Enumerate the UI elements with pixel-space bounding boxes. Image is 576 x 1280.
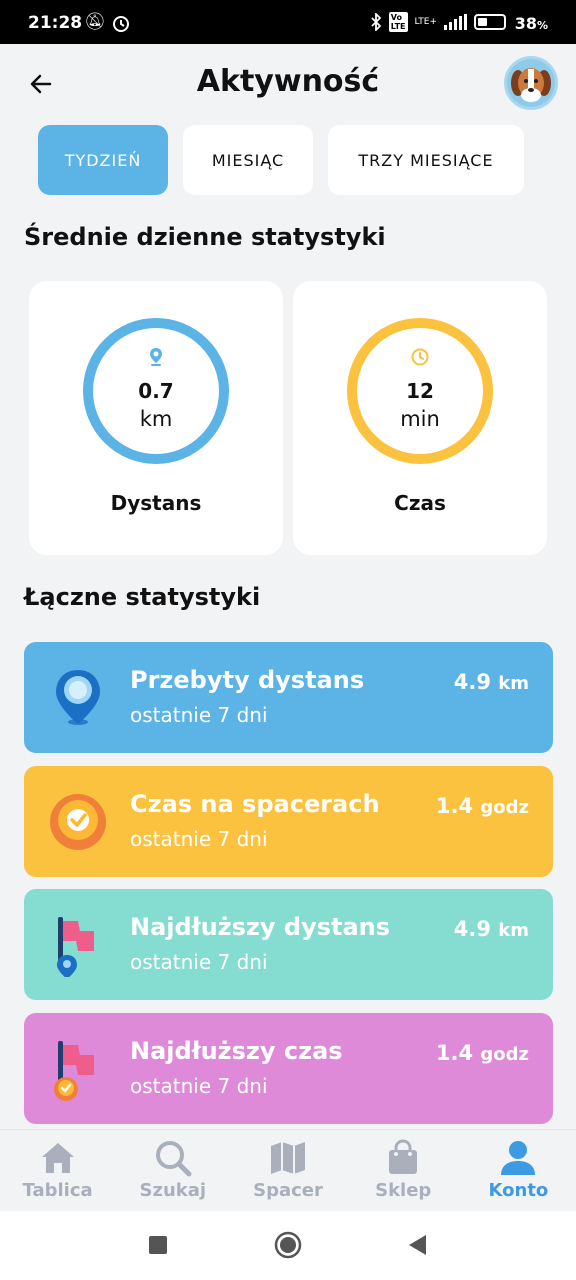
- header: Aktywność: [0, 44, 576, 124]
- total-distance-period: ostatnie 7 dni: [130, 703, 268, 727]
- time-unit: min: [400, 407, 440, 431]
- longest-time-row[interactable]: Najdłuższy czas ostatnie 7 dni 1.4 godz: [24, 1013, 553, 1124]
- total-distance-unit: km: [498, 673, 529, 694]
- walk-time-number: 1.4: [435, 794, 474, 818]
- daily-stats-title: Średnie dzienne statystyki: [24, 223, 386, 251]
- distance-label: Dystans: [110, 491, 202, 515]
- total-stats-title: Łączne statystyki: [24, 583, 261, 611]
- page-title: Aktywność: [196, 64, 380, 99]
- longest-time-title: Najdłuższy czas: [130, 1037, 343, 1065]
- longest-distance-number: 4.9: [453, 917, 491, 941]
- network-type: LTE+: [414, 17, 438, 27]
- location-pin-icon: [150, 348, 162, 366]
- distance-value: 0.7: [138, 379, 174, 403]
- flag-pin-icon: [57, 917, 94, 977]
- bottom-nav: Tablica Szukaj Spacer Sklep Konto: [0, 1129, 576, 1211]
- dog-avatar-icon: [511, 68, 551, 102]
- nav-item-szukaj[interactable]: Szukaj: [115, 1130, 230, 1211]
- nav-label-tablica: Tablica: [22, 1180, 93, 1201]
- nav-item-tablica[interactable]: Tablica: [0, 1130, 115, 1211]
- search-icon: [155, 1141, 192, 1177]
- bluetooth-icon: [371, 13, 382, 31]
- recents-button[interactable]: [148, 1233, 168, 1257]
- tab-month[interactable]: MIESIĄC: [183, 125, 313, 195]
- longest-distance-unit: km: [498, 920, 529, 941]
- nav-item-spacer[interactable]: Spacer: [230, 1130, 345, 1211]
- battery-icon: [474, 14, 506, 30]
- volte-icon: Vo LTE: [388, 12, 408, 32]
- longest-time-period: ostatnie 7 dni: [130, 1074, 268, 1098]
- walk-time-unit: godz: [480, 797, 529, 818]
- total-distance-row[interactable]: Przebyty dystans ostatnie 7 dni 4.9 km: [24, 642, 553, 753]
- signal-icon: [444, 14, 467, 30]
- longest-time-number: 1.4: [435, 1041, 474, 1065]
- longest-time-value: 1.4 godz: [436, 1041, 529, 1065]
- battery-percent-sign: %: [536, 19, 548, 32]
- nav-label-szukaj: Szukaj: [139, 1180, 207, 1201]
- alarm-icon: [113, 16, 129, 32]
- status-bar: 21:28 🔕︎ Vo LTE LTE+ 38%: [0, 0, 576, 44]
- tab-week[interactable]: TYDZIEŃ: [38, 125, 168, 195]
- walk-time-row[interactable]: Czas na spacerach ostatnie 7 dni 1.4 god…: [24, 766, 553, 877]
- nav-label-sklep: Sklep: [375, 1180, 432, 1201]
- mute-icon: 🔕︎: [84, 12, 112, 32]
- longest-distance-row[interactable]: Najdłuższy dystans ostatnie 7 dni 4.9 km: [24, 889, 553, 1000]
- longest-time-unit: godz: [480, 1044, 529, 1065]
- nav-item-konto[interactable]: Konto: [461, 1130, 576, 1211]
- time-card: 12 min Czas: [293, 281, 547, 555]
- total-distance-number: 4.9: [453, 670, 491, 694]
- longest-distance-value: 4.9 km: [454, 917, 529, 941]
- time-label: Czas: [394, 491, 446, 515]
- status-time: 21:28: [28, 13, 83, 33]
- walk-time-value: 1.4 godz: [436, 794, 529, 818]
- nav-item-sklep[interactable]: Sklep: [346, 1130, 461, 1211]
- walk-time-period: ostatnie 7 dni: [130, 827, 268, 851]
- home-button[interactable]: [274, 1231, 302, 1259]
- distance-unit: km: [139, 407, 173, 431]
- home-icon: [41, 1143, 74, 1173]
- battery-percent: 38: [514, 14, 537, 33]
- time-value: 12: [406, 379, 434, 403]
- clock-icon: [411, 348, 429, 366]
- nav-label-konto: Konto: [488, 1180, 549, 1201]
- tab-three-months[interactable]: TRZY MIESIĄCE: [328, 125, 524, 195]
- back-button-system[interactable]: [406, 1233, 428, 1257]
- shopping-bag-icon: [389, 1139, 418, 1174]
- system-nav: [0, 1211, 576, 1280]
- user-icon: [501, 1141, 536, 1175]
- map-pin-icon: [56, 670, 100, 725]
- flag-clock-icon: [54, 1041, 94, 1101]
- distance-card: 0.7 km Dystans: [29, 281, 283, 555]
- total-distance-value: 4.9 km: [454, 670, 529, 694]
- clock-badge-icon: [50, 794, 106, 850]
- avatar[interactable]: [504, 56, 558, 110]
- longest-distance-title: Najdłuższy dystans: [130, 913, 391, 941]
- walk-time-title: Czas na spacerach: [130, 790, 380, 818]
- map-icon: [271, 1142, 305, 1174]
- total-distance-title: Przebyty dystans: [130, 666, 365, 694]
- longest-distance-period: ostatnie 7 dni: [130, 950, 268, 974]
- period-tabs: TYDZIEŃ MIESIĄC TRZY MIESIĄCE: [38, 125, 524, 195]
- nav-label-spacer: Spacer: [253, 1180, 323, 1201]
